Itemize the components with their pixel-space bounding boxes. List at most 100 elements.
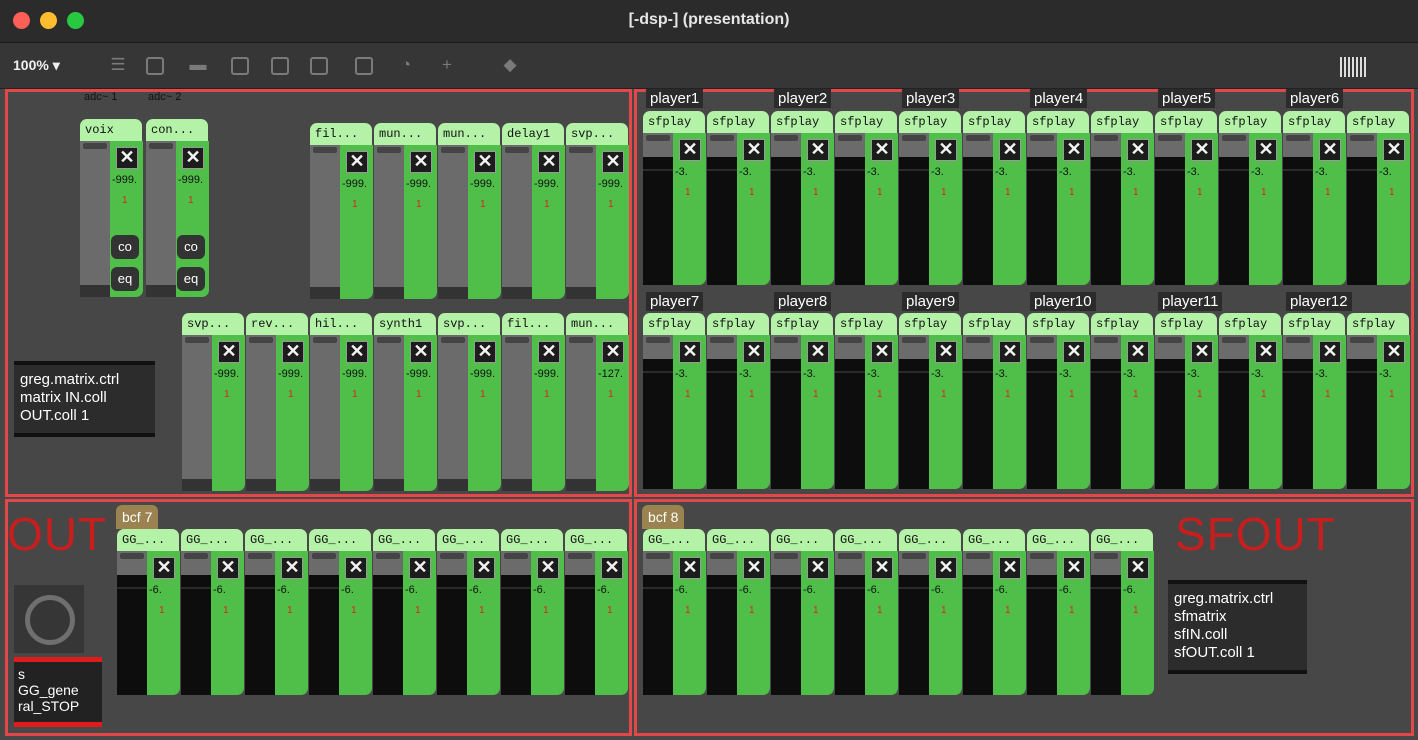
level-value[interactable]: -999.: [178, 174, 209, 186]
channel-count[interactable]: 1: [1133, 389, 1139, 400]
toggle-icon[interactable]: [231, 57, 249, 75]
close-icon[interactable]: ✕: [1127, 341, 1149, 363]
level-value[interactable]: -999.: [406, 368, 437, 380]
level-value[interactable]: -3.: [867, 368, 898, 380]
fader-handle[interactable]: [1030, 553, 1054, 559]
volume-fader[interactable]: [146, 141, 176, 297]
fader-handle[interactable]: [1158, 135, 1182, 141]
channel-count[interactable]: 1: [416, 389, 422, 400]
fader-handle[interactable]: [902, 553, 926, 559]
close-icon[interactable]: ✕: [345, 557, 367, 579]
level-value[interactable]: -6.: [867, 584, 898, 596]
close-icon[interactable]: ✕: [743, 557, 765, 579]
close-icon[interactable]: ✕: [217, 557, 239, 579]
volume-fader[interactable]: [1347, 133, 1377, 285]
volume-fader[interactable]: [643, 335, 673, 489]
close-icon[interactable]: ✕: [1063, 557, 1085, 579]
fader-handle[interactable]: [774, 553, 798, 559]
level-value[interactable]: -3.: [739, 368, 770, 380]
fader-handle[interactable]: [838, 553, 862, 559]
fader-handle[interactable]: [1158, 337, 1182, 343]
close-icon[interactable]: ✕: [346, 151, 368, 173]
level-value[interactable]: -6.: [277, 584, 308, 596]
volume-fader[interactable]: [1091, 133, 1121, 285]
volume-fader[interactable]: [899, 335, 929, 489]
fader-handle[interactable]: [646, 135, 670, 141]
level-value[interactable]: -3.: [1187, 368, 1218, 380]
close-icon[interactable]: ✕: [999, 139, 1021, 161]
close-icon[interactable]: ✕: [281, 557, 303, 579]
fader-handle[interactable]: [505, 147, 529, 153]
channel-count[interactable]: 1: [813, 389, 819, 400]
fader-handle[interactable]: [1030, 337, 1054, 343]
channel-count[interactable]: 1: [1389, 187, 1395, 198]
level-value[interactable]: -6.: [803, 584, 834, 596]
volume-fader[interactable]: [181, 551, 211, 695]
fader-handle[interactable]: [710, 135, 734, 141]
channel-count[interactable]: 1: [749, 187, 755, 198]
fader-handle[interactable]: [440, 553, 464, 559]
volume-fader[interactable]: [771, 335, 801, 489]
level-value[interactable]: -6.: [675, 584, 706, 596]
channel-count[interactable]: 1: [544, 389, 550, 400]
volume-fader[interactable]: [1027, 551, 1057, 695]
level-value[interactable]: -3.: [1059, 166, 1090, 178]
knob-icon[interactable]: [14, 585, 84, 653]
volume-fader[interactable]: [1219, 335, 1249, 489]
volume-fader[interactable]: [373, 551, 403, 695]
fader-handle[interactable]: [377, 337, 401, 343]
channel-count[interactable]: 1: [416, 199, 422, 210]
channel-count[interactable]: 1: [813, 605, 819, 616]
volume-fader[interactable]: [246, 335, 276, 491]
channel-count[interactable]: 1: [224, 389, 230, 400]
level-value[interactable]: -6.: [341, 584, 372, 596]
level-value[interactable]: -3.: [1123, 166, 1154, 178]
level-value[interactable]: -3.: [931, 166, 962, 178]
channel-count[interactable]: 1: [1069, 389, 1075, 400]
fader-handle[interactable]: [1350, 337, 1374, 343]
level-value[interactable]: -3.: [931, 368, 962, 380]
volume-fader[interactable]: [374, 145, 404, 299]
fader-handle[interactable]: [1286, 337, 1310, 343]
volume-fader[interactable]: [643, 133, 673, 285]
stop-message[interactable]: s GG_gene ral_STOP: [14, 657, 102, 727]
volume-fader[interactable]: [502, 335, 532, 491]
close-icon[interactable]: ✕: [601, 557, 623, 579]
channel-count[interactable]: 1: [543, 605, 549, 616]
channel-count[interactable]: 1: [607, 605, 613, 616]
volume-fader[interactable]: [566, 145, 596, 299]
co-button[interactable]: co: [177, 235, 205, 259]
level-value[interactable]: -3.: [995, 166, 1026, 178]
close-icon[interactable]: ✕: [871, 341, 893, 363]
eq-button[interactable]: eq: [177, 267, 205, 291]
volume-fader[interactable]: [771, 551, 801, 695]
level-value[interactable]: -6.: [739, 584, 770, 596]
level-value[interactable]: -6.: [1123, 584, 1154, 596]
fader-handle[interactable]: [966, 135, 990, 141]
volume-fader[interactable]: [437, 551, 467, 695]
close-icon[interactable]: ✕: [935, 139, 957, 161]
fader-handle[interactable]: [312, 553, 336, 559]
volume-fader[interactable]: [1347, 335, 1377, 489]
fader-handle[interactable]: [185, 337, 209, 343]
grid-icon[interactable]: [1340, 57, 1366, 77]
close-icon[interactable]: ✕: [871, 139, 893, 161]
channel-count[interactable]: 1: [608, 199, 614, 210]
channel-count[interactable]: 1: [1133, 605, 1139, 616]
channel-count[interactable]: 1: [122, 195, 128, 206]
level-value[interactable]: -999.: [112, 174, 143, 186]
volume-fader[interactable]: [1155, 133, 1185, 285]
close-icon[interactable]: ✕: [538, 341, 560, 363]
fader-handle[interactable]: [313, 147, 337, 153]
close-icon[interactable]: ✕: [743, 341, 765, 363]
close-icon[interactable]: ✕: [218, 341, 240, 363]
fader-handle[interactable]: [569, 147, 593, 153]
volume-fader[interactable]: [80, 141, 110, 297]
close-icon[interactable]: ✕: [474, 151, 496, 173]
level-value[interactable]: -3.: [803, 368, 834, 380]
volume-fader[interactable]: [438, 145, 468, 299]
fader-handle[interactable]: [646, 553, 670, 559]
level-value[interactable]: -999.: [342, 178, 373, 190]
close-icon[interactable]: ✕: [409, 557, 431, 579]
fader-handle[interactable]: [568, 553, 592, 559]
